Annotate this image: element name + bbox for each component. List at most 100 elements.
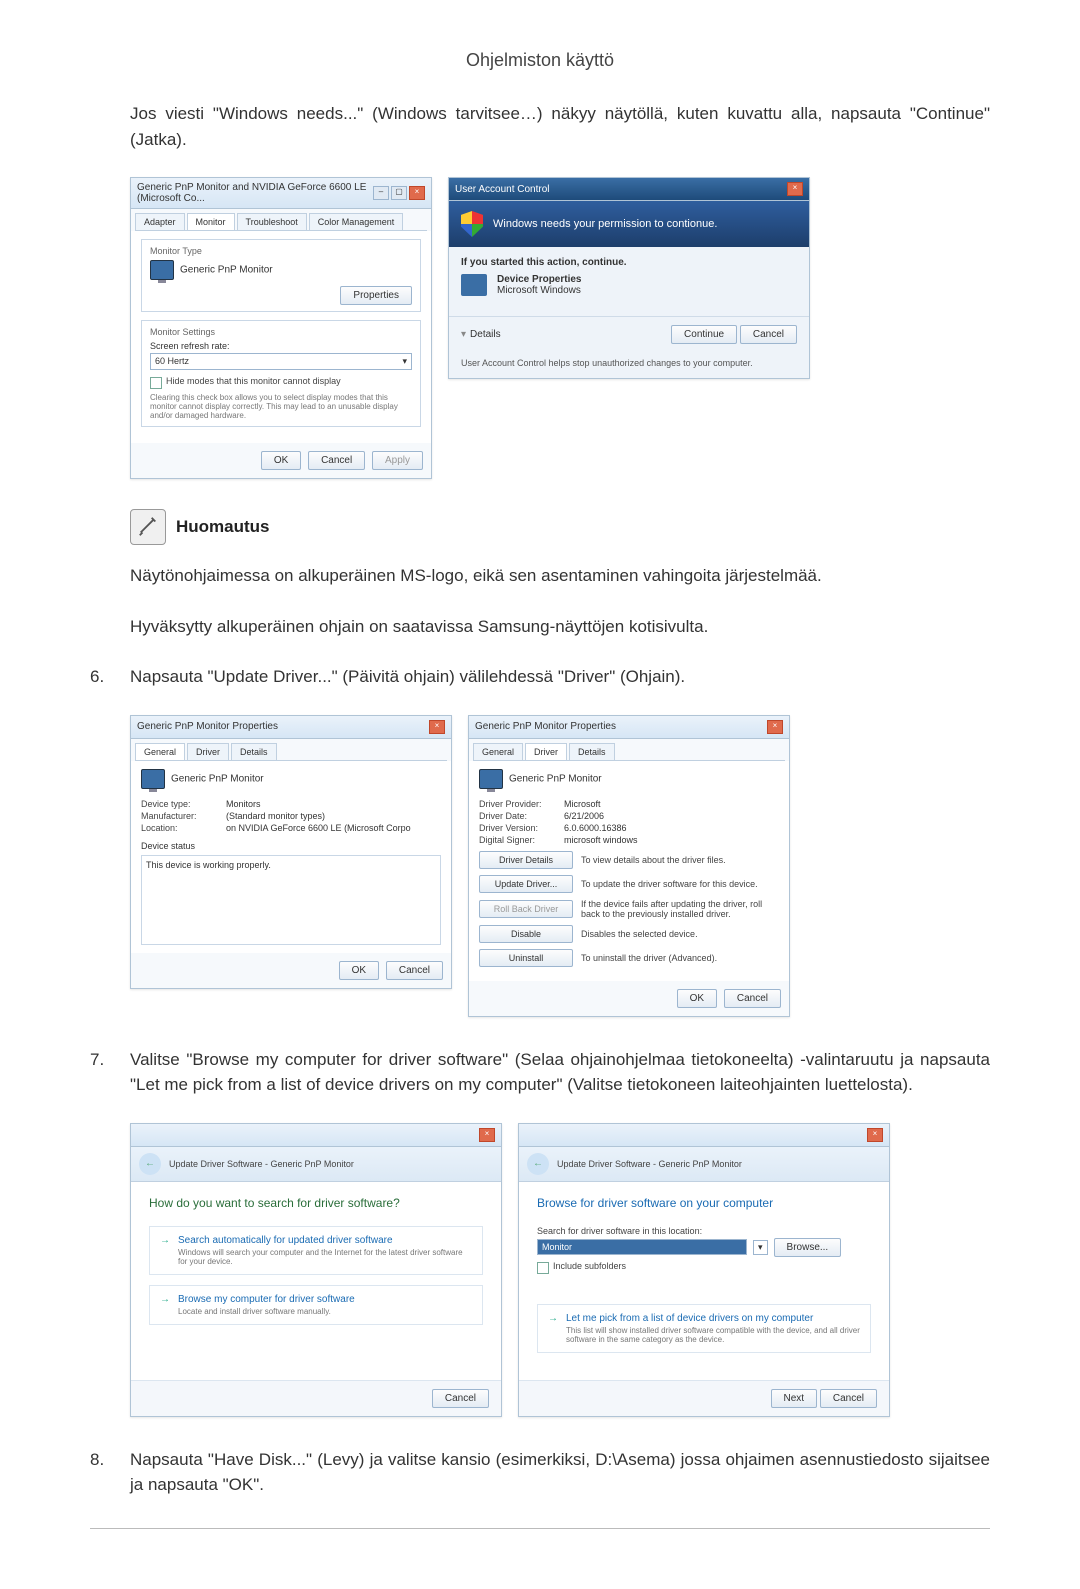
disable-desc: Disables the selected device. bbox=[581, 929, 779, 939]
tab-driver[interactable]: Driver bbox=[525, 743, 567, 760]
step-text: Napsauta "Have Disk..." (Levy) ja valits… bbox=[130, 1447, 990, 1498]
monitor-type-group: Monitor Type Generic PnP Monitor Propert… bbox=[141, 239, 421, 312]
continue-button[interactable]: Continue bbox=[671, 325, 737, 344]
device-status-box: This device is working properly. bbox=[141, 855, 441, 945]
hide-modes-checkbox-row: Hide modes that this monitor cannot disp… bbox=[150, 376, 412, 389]
include-subfolders-checkbox[interactable] bbox=[537, 1262, 549, 1274]
update-driver-button[interactable]: Update Driver... bbox=[479, 875, 573, 893]
monitor-icon bbox=[479, 769, 503, 789]
driver-details-button[interactable]: Driver Details bbox=[479, 851, 573, 869]
ok-button[interactable]: OK bbox=[261, 451, 301, 470]
driver-version-value: 6.0.6000.16386 bbox=[564, 823, 627, 833]
close-button[interactable]: × bbox=[867, 1128, 883, 1142]
device-status-label: Device status bbox=[141, 841, 441, 851]
step-7: 7. Valitse "Browse my computer for drive… bbox=[90, 1047, 990, 1098]
uac-if-started: If you started this action, continue. bbox=[461, 257, 797, 268]
driver-provider-label: Driver Provider: bbox=[479, 799, 564, 809]
location-label: Location: bbox=[141, 823, 226, 833]
step-text: Napsauta "Update Driver..." (Päivitä ohj… bbox=[130, 664, 990, 690]
cancel-button[interactable]: Cancel bbox=[724, 989, 781, 1008]
shield-icon bbox=[461, 211, 483, 237]
titlebar: Generic PnP Monitor and NVIDIA GeForce 6… bbox=[131, 178, 431, 209]
display-properties-dialog: Generic PnP Monitor and NVIDIA GeForce 6… bbox=[130, 177, 432, 479]
option-title: Let me pick from a list of device driver… bbox=[566, 1313, 860, 1324]
maximize-button[interactable]: ▢ bbox=[391, 186, 407, 200]
tab-adapter[interactable]: Adapter bbox=[135, 213, 185, 230]
refresh-rate-value: 60 Hertz bbox=[155, 356, 189, 367]
properties-button[interactable]: Properties bbox=[340, 286, 412, 305]
driver-version-label: Driver Version: bbox=[479, 823, 564, 833]
browse-button[interactable]: Browse... bbox=[774, 1238, 842, 1257]
minimize-button[interactable]: – bbox=[373, 186, 389, 200]
arrow-icon: → bbox=[548, 1313, 558, 1324]
app-icon bbox=[461, 274, 487, 296]
close-button[interactable]: × bbox=[767, 720, 783, 734]
cancel-button[interactable]: Cancel bbox=[432, 1389, 489, 1408]
monitor-properties-driver-dialog: Generic PnP Monitor Properties × General… bbox=[468, 715, 790, 1017]
back-icon[interactable]: ← bbox=[139, 1153, 161, 1175]
ok-button[interactable]: OK bbox=[339, 961, 379, 980]
update-driver-wizard-2: × ← Update Driver Software - Generic PnP… bbox=[518, 1123, 890, 1417]
option-browse-computer[interactable]: → Browse my computer for driver software… bbox=[149, 1285, 483, 1325]
figure-row-3: × ← Update Driver Software - Generic PnP… bbox=[130, 1123, 990, 1417]
tab-details[interactable]: Details bbox=[231, 743, 277, 760]
ok-button[interactable]: OK bbox=[677, 989, 717, 1008]
driver-date-value: 6/21/2006 bbox=[564, 811, 604, 821]
titlebar: × bbox=[519, 1124, 889, 1147]
option-title: Search automatically for updated driver … bbox=[178, 1235, 472, 1246]
close-button[interactable]: × bbox=[479, 1128, 495, 1142]
back-icon[interactable]: ← bbox=[527, 1153, 549, 1175]
hide-modes-checkbox[interactable] bbox=[150, 377, 162, 389]
apply-button[interactable]: Apply bbox=[372, 451, 423, 470]
uac-footnote: User Account Control helps stop unauthor… bbox=[449, 352, 809, 378]
close-button[interactable]: × bbox=[409, 186, 425, 200]
uninstall-button[interactable]: Uninstall bbox=[479, 949, 573, 967]
tab-troubleshoot[interactable]: Troubleshoot bbox=[237, 213, 307, 230]
window-buttons: – ▢ × bbox=[373, 186, 425, 200]
window-title: Generic PnP Monitor Properties bbox=[137, 721, 278, 732]
note-paragraph-2: Hyväksytty alkuperäinen ohjain on saatav… bbox=[130, 614, 990, 640]
manufacturer-value: (Standard monitor types) bbox=[226, 811, 325, 821]
uninstall-desc: To uninstall the driver (Advanced). bbox=[581, 953, 779, 963]
step-8: 8. Napsauta "Have Disk..." (Levy) ja val… bbox=[90, 1447, 990, 1498]
close-button[interactable]: × bbox=[429, 720, 445, 734]
tab-general[interactable]: General bbox=[473, 743, 523, 760]
tab-details[interactable]: Details bbox=[569, 743, 615, 760]
cancel-button[interactable]: Cancel bbox=[386, 961, 443, 980]
tab-driver[interactable]: Driver bbox=[187, 743, 229, 760]
details-toggle[interactable]: Details bbox=[470, 329, 501, 340]
step-6: 6. Napsauta "Update Driver..." (Päivitä … bbox=[90, 664, 990, 690]
chevron-down-icon[interactable]: ▾ bbox=[753, 1240, 768, 1255]
next-button[interactable]: Next bbox=[771, 1389, 818, 1408]
rollback-driver-button[interactable]: Roll Back Driver bbox=[479, 900, 573, 918]
step-number: 6. bbox=[90, 664, 130, 690]
manufacturer-label: Manufacturer: bbox=[141, 811, 226, 821]
driver-provider-value: Microsoft bbox=[564, 799, 601, 809]
refresh-rate-select[interactable]: 60 Hertz▾ bbox=[150, 353, 412, 370]
monitor-type-legend: Monitor Type bbox=[150, 246, 412, 256]
option-title: Browse my computer for driver software bbox=[178, 1294, 472, 1305]
step-number: 8. bbox=[90, 1447, 130, 1498]
tab-general[interactable]: General bbox=[135, 743, 185, 760]
uac-header: Windows needs your permission to contion… bbox=[449, 201, 809, 247]
cancel-button[interactable]: Cancel bbox=[308, 451, 365, 470]
option-pick-from-list[interactable]: → Let me pick from a list of device driv… bbox=[537, 1304, 871, 1353]
cancel-button[interactable]: Cancel bbox=[740, 325, 797, 344]
note-title: Huomautus bbox=[176, 517, 270, 537]
close-button[interactable]: × bbox=[787, 182, 803, 196]
disable-button[interactable]: Disable bbox=[479, 925, 573, 943]
uac-footer: ▾ Details Continue Cancel bbox=[449, 316, 809, 352]
driver-details-desc: To view details about the driver files. bbox=[581, 855, 779, 865]
tab-color-management[interactable]: Color Management bbox=[309, 213, 404, 230]
figure-row-1: Generic PnP Monitor and NVIDIA GeForce 6… bbox=[130, 177, 990, 479]
path-input[interactable]: Monitor bbox=[537, 1239, 747, 1255]
uac-headline: Windows needs your permission to contion… bbox=[493, 218, 717, 230]
monitor-icon bbox=[150, 260, 174, 280]
refresh-rate-label: Screen refresh rate: bbox=[150, 341, 412, 351]
cancel-button[interactable]: Cancel bbox=[820, 1389, 877, 1408]
option-search-auto[interactable]: → Search automatically for updated drive… bbox=[149, 1226, 483, 1275]
tab-monitor[interactable]: Monitor bbox=[187, 213, 235, 230]
figure-row-2: Generic PnP Monitor Properties × General… bbox=[130, 715, 990, 1017]
monitor-settings-group: Monitor Settings Screen refresh rate: 60… bbox=[141, 320, 421, 427]
hide-modes-note: Clearing this check box allows you to se… bbox=[150, 393, 412, 420]
